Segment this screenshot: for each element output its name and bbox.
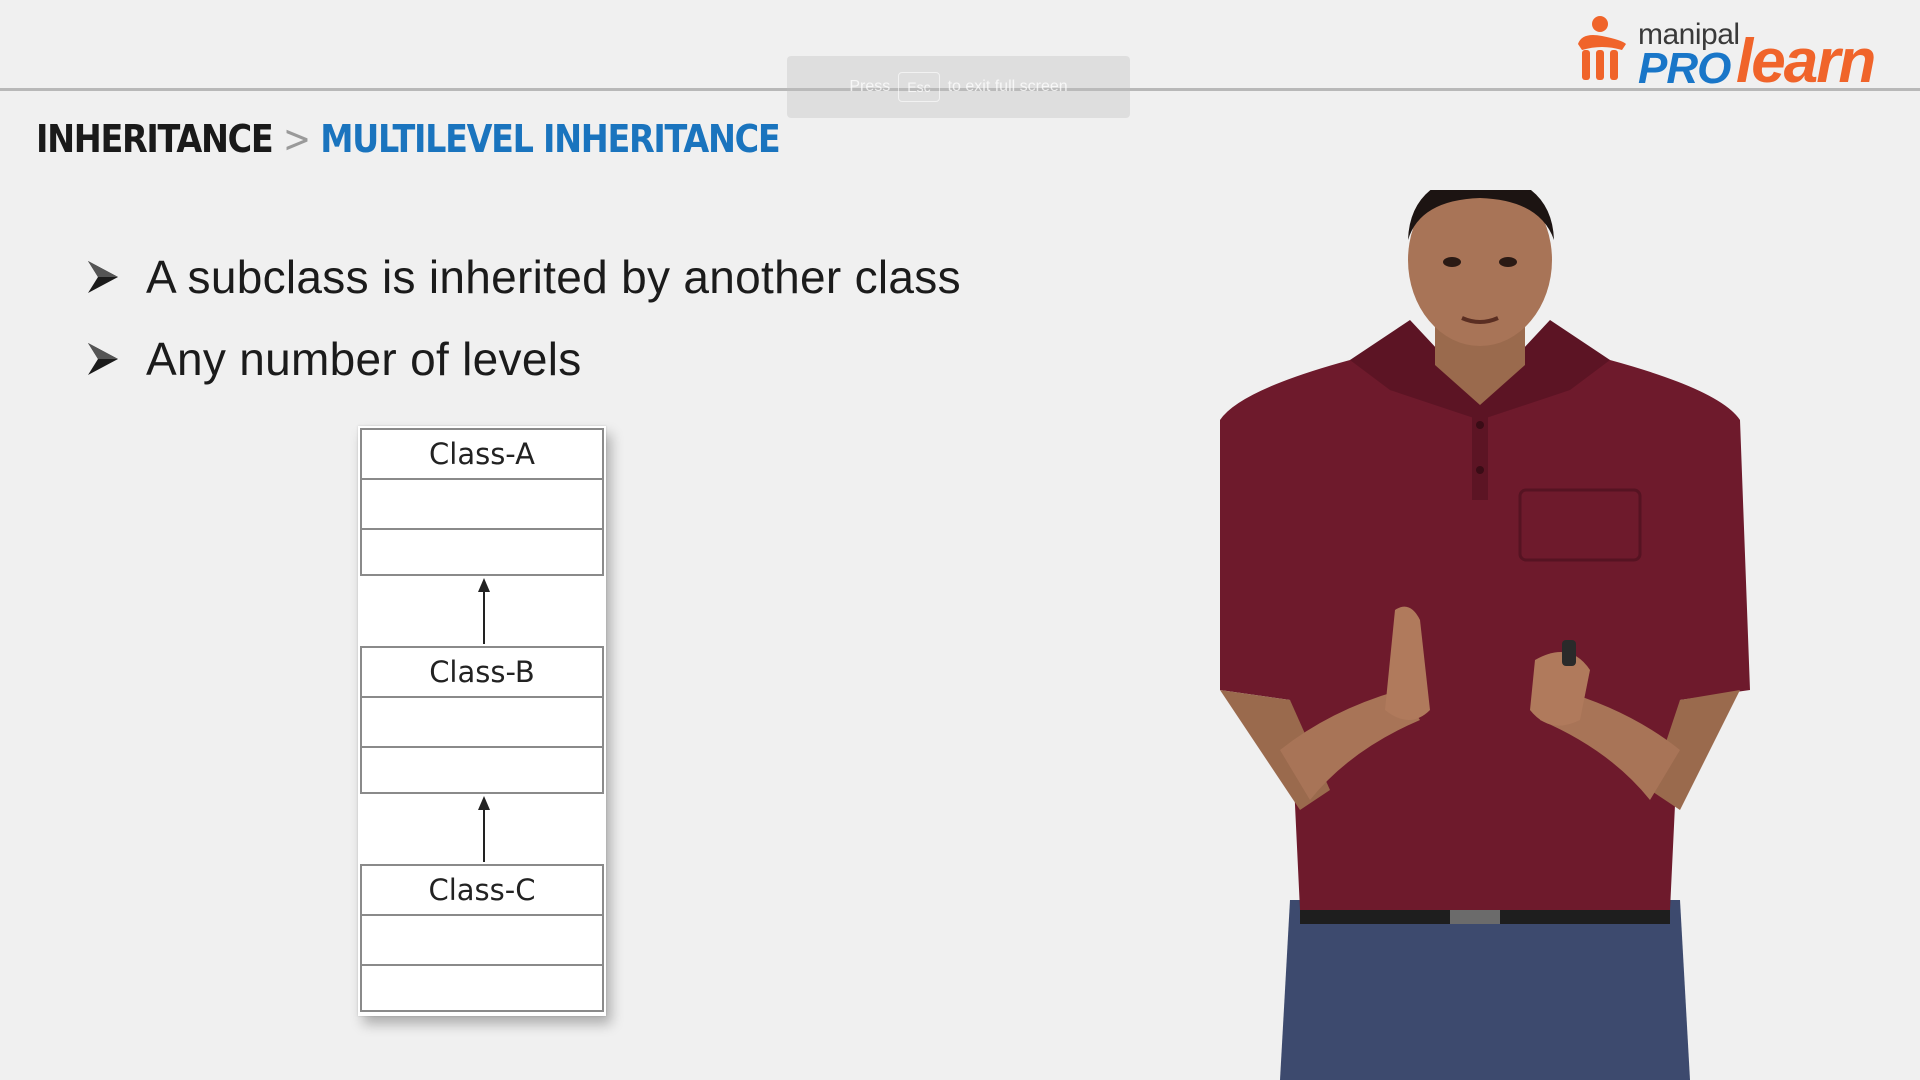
- bullet-text: Any number of levels: [146, 333, 582, 385]
- class-methods-compartment: [362, 748, 602, 794]
- breadcrumb-parent: INHERITANCE: [36, 117, 274, 161]
- logo-learn-text: learn: [1736, 27, 1876, 96]
- class-box-a: Class-A: [360, 428, 604, 576]
- class-box-c: Class-C: [360, 864, 604, 1012]
- bullet-item: Any number of levels: [86, 318, 961, 400]
- arrowhead-bullet-icon: [86, 341, 146, 377]
- class-name: Class-B: [362, 648, 602, 698]
- esc-key-badge: Esc: [898, 72, 940, 102]
- class-methods-compartment: [362, 966, 602, 1012]
- breadcrumb-current: MULTILEVEL INHERITANCE: [320, 117, 780, 161]
- presenter-image: [1220, 190, 1750, 1080]
- class-attributes-compartment: [362, 916, 602, 966]
- fullscreen-hint-suffix: to exit full screen: [947, 78, 1068, 95]
- arrowhead-bullet-icon: [86, 259, 146, 295]
- class-box-b: Class-B: [360, 646, 604, 794]
- inheritance-arrow: [478, 578, 490, 644]
- class-attributes-compartment: [362, 698, 602, 748]
- class-name: Class-A: [362, 430, 602, 480]
- bullet-item: A subclass is inherited by another class: [86, 236, 961, 318]
- breadcrumb: INHERITANCE > MULTILEVEL INHERITANCE: [36, 117, 781, 161]
- class-attributes-compartment: [362, 480, 602, 530]
- prolearn-figure-icon: [1578, 16, 1626, 80]
- manipal-prolearn-logo: manipal PRO learn: [1572, 10, 1908, 96]
- class-methods-compartment: [362, 530, 602, 576]
- class-name: Class-C: [362, 866, 602, 916]
- inheritance-arrow: [478, 796, 490, 862]
- bullet-text: A subclass is inherited by another class: [146, 251, 961, 303]
- logo-pro-text: PRO: [1638, 44, 1731, 93]
- fullscreen-hint-prefix: Press: [849, 78, 891, 95]
- breadcrumb-separator: >: [282, 117, 311, 161]
- bullet-list: A subclass is inherited by another class…: [86, 236, 961, 400]
- multilevel-inheritance-diagram: Class-A Class-B Class-C: [358, 426, 608, 1020]
- fullscreen-exit-hint: Press Esc to exit full screen: [787, 56, 1130, 118]
